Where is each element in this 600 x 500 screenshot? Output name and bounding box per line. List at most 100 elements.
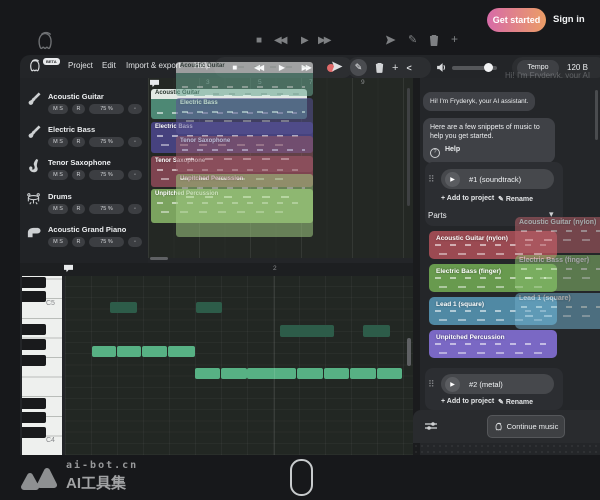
track-row-acoustic-guitar[interactable]: Acoustic Guitar M S R 75 % ◦ bbox=[20, 90, 148, 122]
piano-note[interactable] bbox=[350, 368, 376, 379]
track-row-acoustic-grand-piano[interactable]: Acoustic Grand Piano M S R 75 % ◦ bbox=[20, 223, 148, 255]
cursor-tool-icon[interactable] bbox=[331, 61, 343, 73]
track-options-button[interactable]: ◦ bbox=[128, 237, 142, 247]
bg-cursor-icon[interactable] bbox=[385, 35, 396, 46]
snippet-1-player[interactable]: ▶ #1 (soundtrack) bbox=[441, 169, 554, 189]
black-key[interactable] bbox=[22, 339, 46, 350]
track-volume[interactable]: 75 % bbox=[89, 104, 124, 114]
track-row-electric-bass[interactable]: Electric Bass M S R 75 % ◦ bbox=[20, 123, 148, 155]
snippet-2-title: #2 (metal) bbox=[469, 380, 503, 389]
snippet-2-player[interactable]: ▶ #2 (metal) bbox=[441, 374, 554, 394]
record-arm-button[interactable]: R bbox=[72, 170, 85, 180]
settings-sliders-icon[interactable] bbox=[424, 420, 438, 432]
add-to-project-button[interactable]: + Add to project bbox=[441, 195, 494, 202]
piano-note[interactable] bbox=[195, 368, 220, 379]
pencil-tool-button[interactable]: ✎ bbox=[350, 59, 367, 76]
drag-handle-icon[interactable]: ⠿ bbox=[428, 380, 435, 389]
arrangement-h-scrollbar[interactable] bbox=[150, 257, 168, 260]
black-key[interactable] bbox=[22, 412, 46, 423]
volume-slider-knob[interactable] bbox=[484, 63, 493, 72]
piano-note[interactable] bbox=[324, 368, 349, 379]
track-volume[interactable]: 75 % bbox=[89, 204, 124, 214]
part-card-unpitched-percussion[interactable]: Unpitched Percussion bbox=[429, 330, 557, 358]
track-options-button[interactable]: ◦ bbox=[128, 104, 142, 114]
help-link[interactable]: ? Help bbox=[430, 145, 548, 158]
mute-solo-buttons[interactable]: M S bbox=[48, 137, 68, 147]
piano-note[interactable] bbox=[247, 368, 296, 379]
rename-label: Rename bbox=[506, 196, 533, 203]
black-key[interactable] bbox=[22, 427, 46, 438]
drag-handle-icon[interactable]: ⠿ bbox=[428, 175, 435, 184]
assistant-scrollbar[interactable] bbox=[595, 90, 598, 140]
rename-label: Rename bbox=[506, 399, 533, 406]
piano-note[interactable] bbox=[377, 368, 402, 379]
black-key[interactable] bbox=[22, 398, 46, 409]
black-key[interactable] bbox=[22, 277, 46, 288]
bg-play-icon[interactable]: ▶ bbox=[301, 35, 309, 47]
get-started-label: Get started bbox=[493, 15, 541, 25]
piano-note[interactable] bbox=[363, 325, 390, 337]
piano-note[interactable] bbox=[92, 346, 116, 357]
bg-rewind-icon[interactable]: ◀◀ bbox=[274, 35, 285, 47]
menu-edit[interactable]: Edit bbox=[102, 61, 116, 70]
menu-import-export[interactable]: Import & export bbox=[126, 61, 181, 70]
bg-pencil-icon[interactable]: ✎ bbox=[408, 34, 417, 46]
rename-button[interactable]: ✎ Rename bbox=[498, 398, 533, 406]
track-volume[interactable]: 75 % bbox=[89, 237, 124, 247]
piano-roll-grid[interactable] bbox=[65, 276, 413, 455]
mute-solo-buttons[interactable]: M S bbox=[48, 104, 68, 114]
track-volume[interactable]: 75 % bbox=[89, 137, 124, 147]
track-options-button[interactable]: ◦ bbox=[128, 204, 142, 214]
delete-tool-button[interactable] bbox=[375, 62, 384, 73]
get-started-button[interactable]: Get started bbox=[487, 8, 546, 32]
record-arm-button[interactable]: R bbox=[72, 237, 85, 247]
menu-project[interactable]: Project bbox=[68, 61, 93, 70]
piano-note[interactable] bbox=[117, 346, 141, 357]
panel-dotted-footer bbox=[413, 443, 600, 455]
black-key[interactable] bbox=[22, 291, 46, 302]
piano-note[interactable] bbox=[110, 302, 137, 313]
bg-stop-icon[interactable]: ■ bbox=[256, 35, 262, 47]
track-options-button[interactable]: ◦ bbox=[128, 137, 142, 147]
play-icon[interactable]: ▶ bbox=[445, 172, 460, 187]
piano-roll-v-scrollbar[interactable] bbox=[407, 338, 411, 366]
part-label: Lead 1 (square) bbox=[436, 301, 484, 308]
mute-solo-buttons[interactable]: M S bbox=[48, 204, 68, 214]
bg-trash-icon[interactable] bbox=[429, 34, 439, 46]
sign-in-link[interactable]: Sign in bbox=[553, 14, 585, 25]
add-to-project-button[interactable]: + Add to project bbox=[441, 398, 494, 405]
bg-fast-forward-icon[interactable]: ▶▶ bbox=[318, 35, 329, 47]
black-key[interactable] bbox=[22, 324, 46, 335]
ghost-part-label: Electric Bass (finger) bbox=[519, 257, 589, 264]
piano-roll-playhead-icon[interactable] bbox=[63, 264, 74, 273]
record-arm-button[interactable]: R bbox=[72, 137, 85, 147]
add-tool-button[interactable]: + bbox=[392, 62, 398, 74]
continue-music-button[interactable]: Continue music bbox=[487, 415, 565, 438]
track-volume[interactable]: 75 % bbox=[89, 170, 124, 180]
volume-icon[interactable] bbox=[436, 62, 447, 73]
play-icon[interactable]: ▶ bbox=[445, 377, 460, 392]
rename-button[interactable]: ✎ Rename bbox=[498, 195, 533, 203]
piano-note[interactable] bbox=[196, 302, 222, 313]
black-key[interactable] bbox=[22, 355, 46, 366]
arrangement-v-scrollbar[interactable] bbox=[407, 88, 410, 206]
track-name: Electric Bass bbox=[48, 125, 95, 134]
playhead-marker-icon[interactable] bbox=[149, 79, 160, 88]
ghost-part-acoustic-guitar-nylon: Acoustic Guitar (nylon) bbox=[515, 217, 600, 253]
mute-solo-buttons[interactable]: M S bbox=[48, 237, 68, 247]
bg-add-icon[interactable]: + bbox=[451, 33, 458, 45]
piano-note[interactable] bbox=[168, 346, 195, 357]
piano-roll-ruler[interactable] bbox=[20, 263, 413, 276]
mute-solo-buttons[interactable]: M S bbox=[48, 170, 68, 180]
snippet-2-card[interactable]: ⠿ ▶ #2 (metal) + Add to project ✎ Rename bbox=[425, 368, 563, 410]
piano-note[interactable] bbox=[297, 368, 323, 379]
track-options-button[interactable]: ◦ bbox=[128, 170, 142, 180]
record-arm-button[interactable]: R bbox=[72, 104, 85, 114]
piano-note[interactable] bbox=[280, 325, 334, 337]
piano-note[interactable] bbox=[142, 346, 167, 357]
track-row-drums[interactable]: Drums M S R 75 % ◦ bbox=[20, 190, 148, 222]
piano-note[interactable] bbox=[221, 368, 247, 379]
track-row-tenor-saxophone[interactable]: Tenor Saxophone M S R 75 % ◦ bbox=[20, 156, 148, 188]
record-arm-button[interactable]: R bbox=[72, 204, 85, 214]
share-tool-button[interactable]: < bbox=[406, 63, 411, 73]
